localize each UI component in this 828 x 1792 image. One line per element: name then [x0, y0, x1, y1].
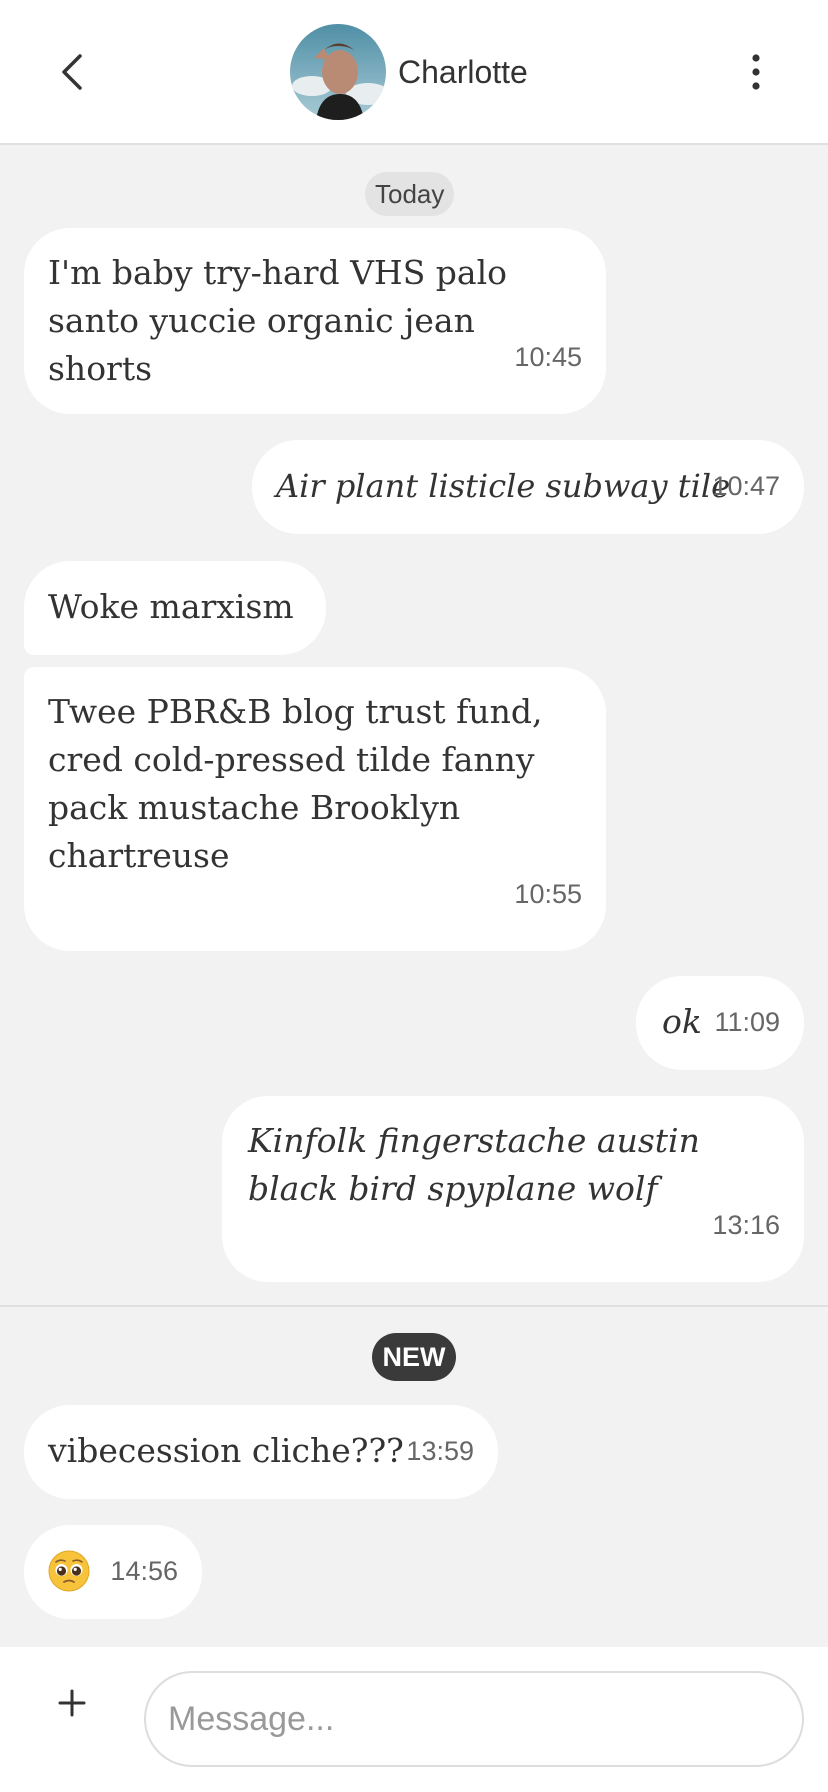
message-text: ok	[662, 1002, 702, 1041]
chevron-left-icon	[62, 54, 82, 90]
message-list[interactable]: Today I'm baby try-hard VHS palo santo y…	[0, 147, 828, 1647]
avatar-photo	[290, 24, 386, 120]
more-options-button[interactable]	[730, 42, 782, 102]
chat-header: Charlotte	[0, 0, 828, 145]
message-text: Woke marxism	[48, 587, 294, 626]
message-time: 13:16	[712, 1210, 780, 1240]
message-text: Kinfolk fingerstache austin black bird s…	[248, 1121, 700, 1208]
message-text: vibecession cliche???	[48, 1431, 404, 1470]
attach-button[interactable]	[44, 1675, 100, 1731]
message-composer	[0, 1647, 828, 1792]
message-bubble-incoming[interactable]: 🥺 14:56	[24, 1525, 202, 1619]
plus-icon	[58, 1689, 86, 1717]
message-input[interactable]	[144, 1671, 804, 1767]
avatar[interactable]	[290, 24, 386, 120]
message-time: 14:56	[110, 1556, 178, 1586]
message-time: 10:45	[514, 342, 582, 372]
message-time: 10:55	[514, 879, 582, 909]
chat-screen: Charlotte Today I'm baby try-hard VHS pa…	[0, 0, 828, 1792]
message-text: I'm baby try-hard VHS palo santo yuccie …	[48, 253, 508, 388]
new-messages-divider	[0, 1305, 828, 1307]
message-time: 10:47	[712, 471, 780, 501]
back-button[interactable]	[46, 42, 98, 102]
message-text: Twee PBR&B blog trust fund, cred cold-pr…	[48, 692, 543, 875]
message-bubble-outgoing[interactable]: ok 11:09	[636, 976, 804, 1070]
message-text: Air plant listicle subway tile	[276, 467, 730, 505]
message-time: 11:09	[714, 1007, 780, 1037]
message-bubble-outgoing[interactable]: Air plant listicle subway tile 10:47	[252, 440, 804, 534]
more-vertical-icon	[752, 54, 760, 90]
message-bubble-outgoing[interactable]: Kinfolk fingerstache austin black bird s…	[222, 1096, 804, 1282]
date-separator: Today	[365, 172, 455, 216]
message-time: 13:59	[406, 1436, 474, 1466]
contact-name[interactable]: Charlotte	[398, 50, 528, 94]
new-messages-badge: NEW	[372, 1333, 456, 1381]
message-bubble-incoming[interactable]: vibecession cliche??? 13:59	[24, 1405, 498, 1499]
message-bubble-incoming[interactable]: Twee PBR&B blog trust fund, cred cold-pr…	[24, 667, 606, 951]
pleading-face-emoji	[48, 1550, 90, 1592]
message-bubble-incoming[interactable]: Woke marxism	[24, 561, 326, 655]
message-bubble-incoming[interactable]: I'm baby try-hard VHS palo santo yuccie …	[24, 228, 606, 414]
